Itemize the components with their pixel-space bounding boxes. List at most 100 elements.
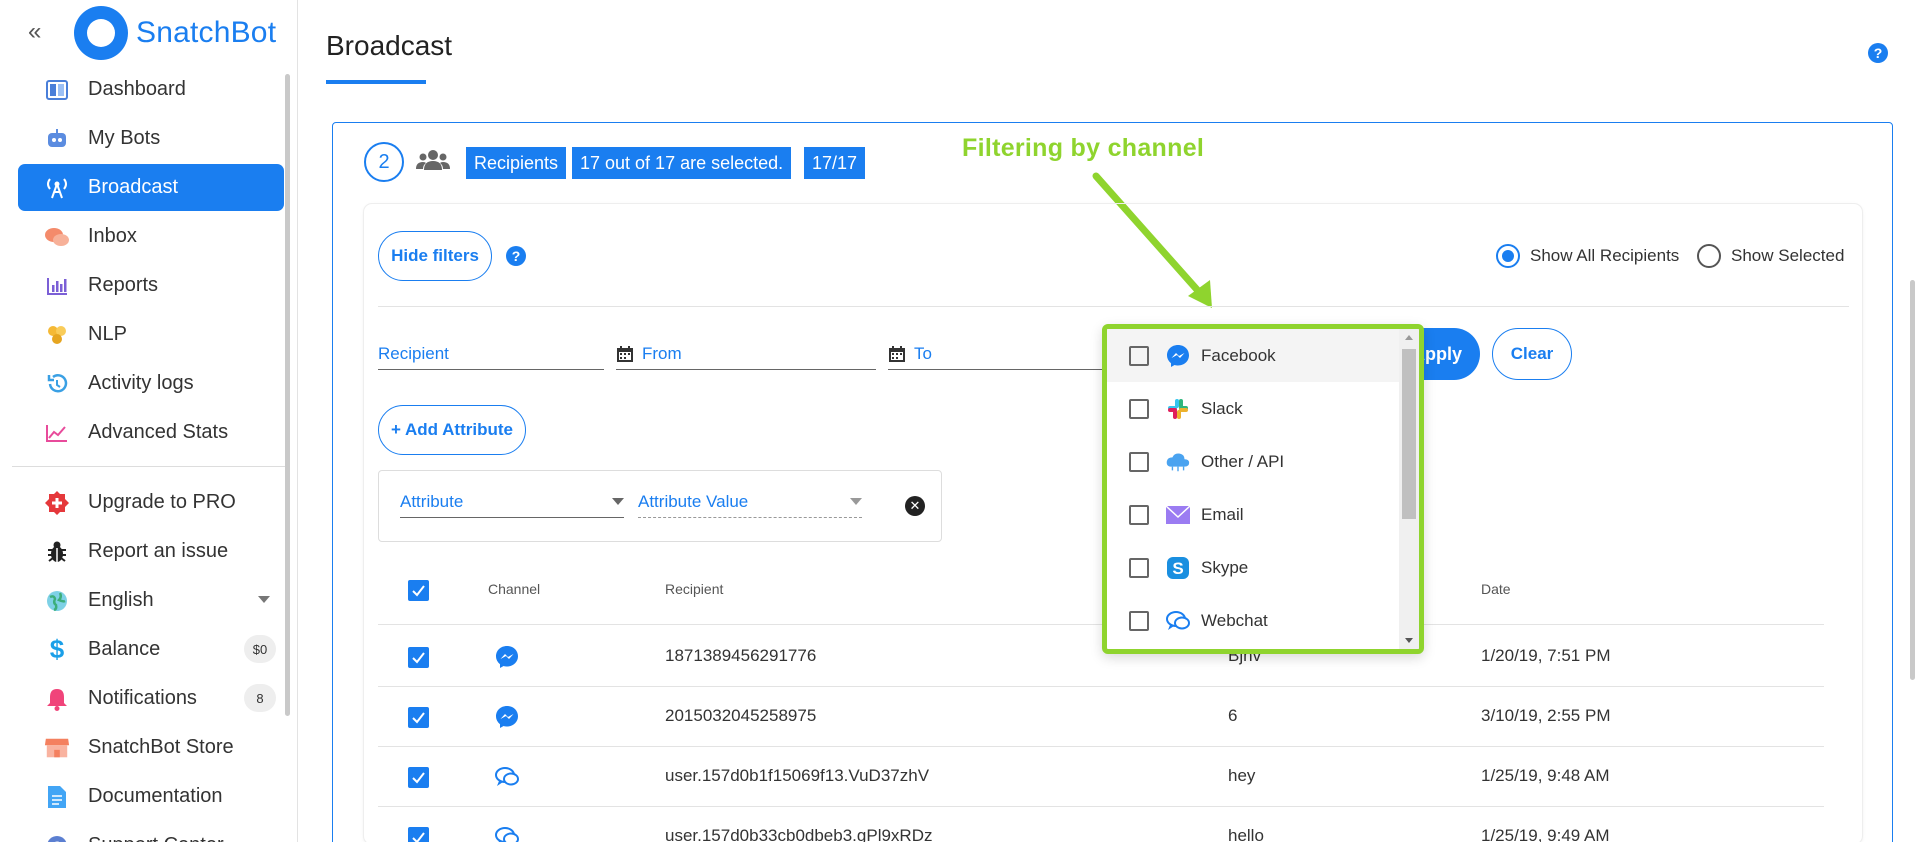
row-checkbox[interactable] [408,767,429,788]
sidebar-item-advanced-stats[interactable]: Advanced Stats [18,409,284,456]
bot-icon [44,126,70,152]
date-cell: 1/25/19, 9:48 AM [1481,766,1610,785]
channel-option-facebook[interactable]: Facebook [1107,329,1399,382]
sidebar-item-reports[interactable]: Reports [18,262,284,309]
select-all-checkbox[interactable] [408,580,429,601]
sidebar-item-label: Activity logs [88,372,194,394]
sidebar: « SnatchBot Dashboard My Bots Broadcast … [0,0,298,842]
sidebar-item-label: Balance [88,638,161,660]
option-label: Skype [1201,557,1249,577]
recipient-input[interactable]: Recipient [378,338,604,370]
row-checkbox[interactable] [408,647,429,668]
attribute-label: Attribute [400,491,464,511]
radio-unselected-icon [1697,244,1721,268]
sidebar-divider [12,466,290,467]
to-date-input[interactable]: To [888,338,1102,370]
channel-option-other-api[interactable]: Other / API [1107,435,1399,488]
logo[interactable]: SnatchBot [74,6,276,60]
date-cell: 1/20/19, 7:51 PM [1481,646,1611,665]
channel-filter-dropdown[interactable]: Facebook Slack Other / API Email S Skype… [1102,324,1424,654]
message-cell: hello [1228,826,1264,842]
row-checkbox[interactable] [408,707,429,728]
help-icon: ? [44,833,70,842]
row-checkbox[interactable] [408,827,429,842]
history-icon [44,371,70,397]
option-label: Webchat [1201,610,1268,630]
sidebar-item-support[interactable]: ? Support Center [18,822,284,842]
sidebar-item-label: Report an issue [88,540,229,562]
sidebar-item-inbox[interactable]: Inbox [18,213,284,260]
option-checkbox[interactable] [1129,345,1149,366]
slack-icon [1165,396,1191,422]
sidebar-item-activity-logs[interactable]: Activity logs [18,360,284,407]
option-checkbox[interactable] [1129,557,1149,578]
recipient-cell: user.157d0b1f15069f13.VuD37zhV [665,766,930,785]
show-selected-label: Show Selected [1731,246,1845,265]
show-selected-radio[interactable]: Show Selected [1697,244,1844,268]
show-all-recipients-radio[interactable]: Show All Recipients [1496,244,1679,268]
remove-attribute-icon[interactable]: ✕ [905,496,925,516]
option-checkbox[interactable] [1129,504,1149,525]
messenger-icon [1165,343,1191,369]
sidebar-item-balance[interactable]: $ Balance $0 [18,626,284,673]
nlp-icon [44,322,70,348]
attribute-select[interactable]: Attribute [400,486,624,518]
sidebar-item-report-issue[interactable]: Report an issue [18,528,284,575]
column-header-recipient[interactable]: Recipient [665,581,723,597]
sidebar-scrollbar[interactable] [285,74,290,716]
clear-button[interactable]: Clear [1492,328,1572,380]
sidebar-item-my-bots[interactable]: My Bots [18,115,284,162]
dropdown-scrollbar[interactable] [1399,329,1419,649]
dashboard-icon [44,77,70,103]
scroll-down-arrow-icon[interactable] [1405,638,1413,643]
column-header-date[interactable]: Date [1481,581,1511,597]
row-divider [378,746,1824,747]
radio-selected-icon [1496,244,1520,268]
broadcast-icon [44,175,70,201]
sidebar-item-notifications[interactable]: Notifications 8 [18,675,284,722]
channel-option-email[interactable]: Email [1107,488,1399,541]
chevron-down-icon [850,498,862,505]
sidebar-item-language[interactable]: English [18,577,284,624]
channel-option-webchat[interactable]: Webchat [1107,594,1399,647]
sidebar-item-upgrade[interactable]: Upgrade to PRO [18,479,284,526]
webchat-icon [495,827,519,842]
scroll-up-arrow-icon[interactable] [1405,335,1413,340]
collapse-sidebar-button[interactable]: « [28,20,41,44]
scrollbar-thumb[interactable] [1402,349,1416,519]
sidebar-item-label: Support Center [88,834,224,842]
sidebar-item-broadcast[interactable]: Broadcast [18,164,284,211]
chat-bubbles-icon [44,224,70,250]
channel-option-slack[interactable]: Slack [1107,382,1399,435]
sidebar-item-documentation[interactable]: Documentation [18,773,284,820]
attribute-value-label: Attribute Value [638,491,749,511]
sidebar-nav: Dashboard My Bots Broadcast Inbox Report… [12,66,290,842]
store-icon [44,735,70,761]
attribute-value-select[interactable]: Attribute Value [638,486,862,518]
column-header-channel[interactable]: Channel [488,581,540,597]
filters-help-icon[interactable]: ? [506,246,526,266]
sidebar-item-nlp[interactable]: NLP [18,311,284,358]
option-checkbox[interactable] [1129,451,1149,472]
hide-filters-button[interactable]: Hide filters [378,231,492,281]
option-label: Other / API [1201,451,1285,471]
page-scrollbar[interactable] [1910,280,1915,680]
bug-icon [44,539,70,565]
help-icon[interactable]: ? [1868,43,1888,63]
webchat-icon [495,767,519,786]
channel-option-skype[interactable]: S Skype [1107,541,1399,594]
show-all-label: Show All Recipients [1530,246,1680,265]
svg-text:?: ? [53,838,62,842]
row-divider [378,624,1824,625]
sidebar-item-store[interactable]: SnatchBot Store [18,724,284,771]
messenger-icon [496,706,518,728]
from-date-input[interactable]: From [616,338,876,370]
users-icon [416,148,450,172]
option-checkbox[interactable] [1129,610,1149,631]
add-attribute-button[interactable]: + Add Attribute [378,405,526,455]
skype-icon: S [1165,555,1191,581]
filters-divider [378,306,1849,307]
sidebar-item-dashboard[interactable]: Dashboard [18,66,284,113]
option-checkbox[interactable] [1129,398,1149,419]
option-label: Facebook [1201,345,1276,365]
